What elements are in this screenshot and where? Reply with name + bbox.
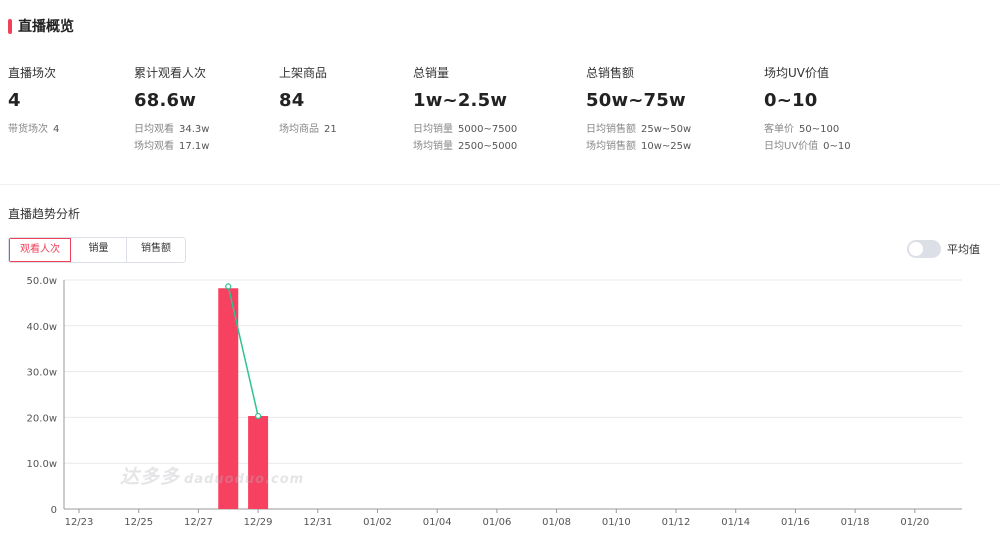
stat-label: 总销量 (413, 66, 450, 80)
stat-detail-key: 日均观看 (134, 124, 174, 135)
stat-detail-value: 4 (53, 124, 60, 135)
stat-details: 客单价 50~100 日均UV价值 0~10 (764, 121, 851, 155)
x-tick-label: 01/06 (482, 517, 511, 528)
stat-detail: 场均销量 2500~5000 (413, 138, 517, 155)
x-tick-label: 01/12 (662, 517, 691, 528)
x-tick-label: 12/27 (184, 517, 213, 528)
stat-label: 累计观看人次 (134, 66, 207, 80)
x-tick-label: 01/14 (721, 517, 750, 528)
stat-detail: 日均观看 34.3w (134, 121, 209, 138)
watermark: 达多多 daduoduo.com (120, 462, 304, 489)
stat-detail-value: 17.1w (179, 141, 210, 152)
stat-detail-key: 日均销量 (413, 124, 453, 135)
stat-detail: 场均商品 21 (279, 121, 337, 138)
stat-label: 直播场次 (8, 66, 57, 80)
overview-header: 直播概览 (8, 16, 74, 36)
x-tick-label: 01/10 (602, 517, 631, 528)
stat-3: 总销量 1w~2.5w 日均销量 5000~7500 场均销量 2500~5000 (413, 64, 517, 155)
stat-detail: 日均UV价值 0~10 (764, 138, 851, 155)
stat-details: 日均观看 34.3w 场均观看 17.1w (134, 121, 209, 155)
stat-value: 84 (279, 90, 305, 111)
stat-4: 总销售额 50w~75w 日均销售额 25w~50w 场均销售额 10w~25w (586, 64, 691, 155)
trend-chart: 0 10.0w 20.0w 30.0w 40.0w 50.0w 12/23 12/25 12/2… (27, 276, 962, 528)
trend-title: 直播趋势分析 (8, 207, 81, 221)
stats-row: 直播场次 4 带货场次 4 累计观看人次 68.6w 日均观看 34.3w 场均观看 17.1w 上… (8, 64, 998, 174)
stat-label: 场均UV价值 (764, 66, 829, 80)
line-point (225, 283, 232, 290)
stat-2: 上架商品 84 场均商品 21 (279, 64, 337, 138)
x-tick-label: 12/25 (124, 517, 153, 528)
x-tick-label: 12/29 (244, 517, 273, 528)
stat-detail: 场均销售额 10w~25w (586, 138, 691, 155)
title-accent-bar (8, 18, 12, 34)
y-tick-label: 10.0w (27, 459, 57, 470)
stat-detail-key: 日均UV价值 (764, 141, 819, 152)
stat-value: 68.6w (134, 90, 197, 111)
stat-0: 直播场次 4 带货场次 4 (8, 64, 59, 138)
stat-detail-key: 场均商品 (279, 124, 319, 135)
tab-sales-amount[interactable]: 销售额 (127, 238, 185, 262)
average-toggle-label: 平均值 (947, 243, 980, 256)
stat-label: 上架商品 (279, 66, 328, 80)
stat-detail-key: 客单价 (764, 124, 794, 135)
metric-tabs: 观看人次 销量 销售额 (8, 237, 186, 263)
toggle-knob (909, 242, 923, 256)
watermark-url: daduoduo.com (184, 472, 305, 487)
watermark-brand: 达多多 (120, 466, 181, 488)
stat-detail-value: 0~10 (823, 141, 851, 152)
overview-title: 直播概览 (18, 19, 74, 35)
x-tick-label: 12/23 (65, 517, 94, 528)
stat-value: 4 (8, 90, 21, 111)
line-point (255, 412, 262, 420)
y-tick-label: 50.0w (27, 276, 57, 287)
stat-detail-key: 带货场次 (8, 124, 48, 135)
stat-detail-value: 34.3w (179, 124, 210, 135)
stat-label: 总销售额 (586, 66, 635, 80)
stat-detail-value: 10w~25w (641, 141, 692, 152)
stat-detail-value: 5000~7500 (458, 124, 518, 135)
x-tick-label: 01/08 (542, 517, 571, 528)
stat-detail: 客单价 50~100 (764, 121, 851, 138)
stat-detail: 场均观看 17.1w (134, 138, 209, 155)
stat-5: 场均UV价值 0~10 客单价 50~100 日均UV价值 0~10 (764, 64, 851, 155)
stat-details: 带货场次 4 (8, 121, 59, 138)
x-tick-label: 01/04 (423, 517, 452, 528)
stat-value: 50w~75w (586, 90, 686, 111)
stat-detail-key: 日均销售额 (586, 124, 636, 135)
x-tick-label: 01/02 (363, 517, 392, 528)
y-tick-label: 20.0w (27, 413, 57, 424)
stat-detail-key: 场均观看 (134, 141, 174, 152)
stat-detail-value: 2500~5000 (458, 141, 518, 152)
stat-details: 日均销量 5000~7500 场均销量 2500~5000 (413, 121, 517, 155)
x-tick-label: 01/20 (900, 517, 929, 528)
average-toggle-group: 平均值 (907, 240, 980, 258)
tab-sales-volume[interactable]: 销量 (71, 238, 127, 262)
stat-detail-value: 50~100 (799, 124, 840, 135)
x-tick-label: 12/31 (303, 517, 332, 528)
stat-detail: 带货场次 4 (8, 121, 59, 138)
x-tick-label: 01/16 (781, 517, 810, 528)
stat-value: 0~10 (764, 90, 818, 111)
stat-detail-value: 25w~50w (641, 124, 692, 135)
average-toggle[interactable] (907, 240, 941, 258)
stat-detail-key: 场均销售额 (586, 141, 636, 152)
y-tick-label: 0 (51, 505, 57, 516)
stat-detail: 日均销量 5000~7500 (413, 121, 517, 138)
section-divider (0, 184, 1000, 185)
tab-views[interactable]: 观看人次 (9, 238, 71, 262)
stat-value: 1w~2.5w (413, 90, 508, 111)
y-tick-label: 30.0w (27, 368, 57, 379)
stat-detail-value: 21 (324, 124, 337, 135)
y-tick-label: 40.0w (27, 322, 57, 333)
x-tick-label: 01/18 (841, 517, 870, 528)
stat-detail: 日均销售额 25w~50w (586, 121, 691, 138)
stat-detail-key: 场均销量 (413, 141, 453, 152)
stat-1: 累计观看人次 68.6w 日均观看 34.3w 场均观看 17.1w (134, 64, 209, 155)
stat-details: 日均销售额 25w~50w 场均销售额 10w~25w (586, 121, 691, 155)
stat-details: 场均商品 21 (279, 121, 337, 138)
